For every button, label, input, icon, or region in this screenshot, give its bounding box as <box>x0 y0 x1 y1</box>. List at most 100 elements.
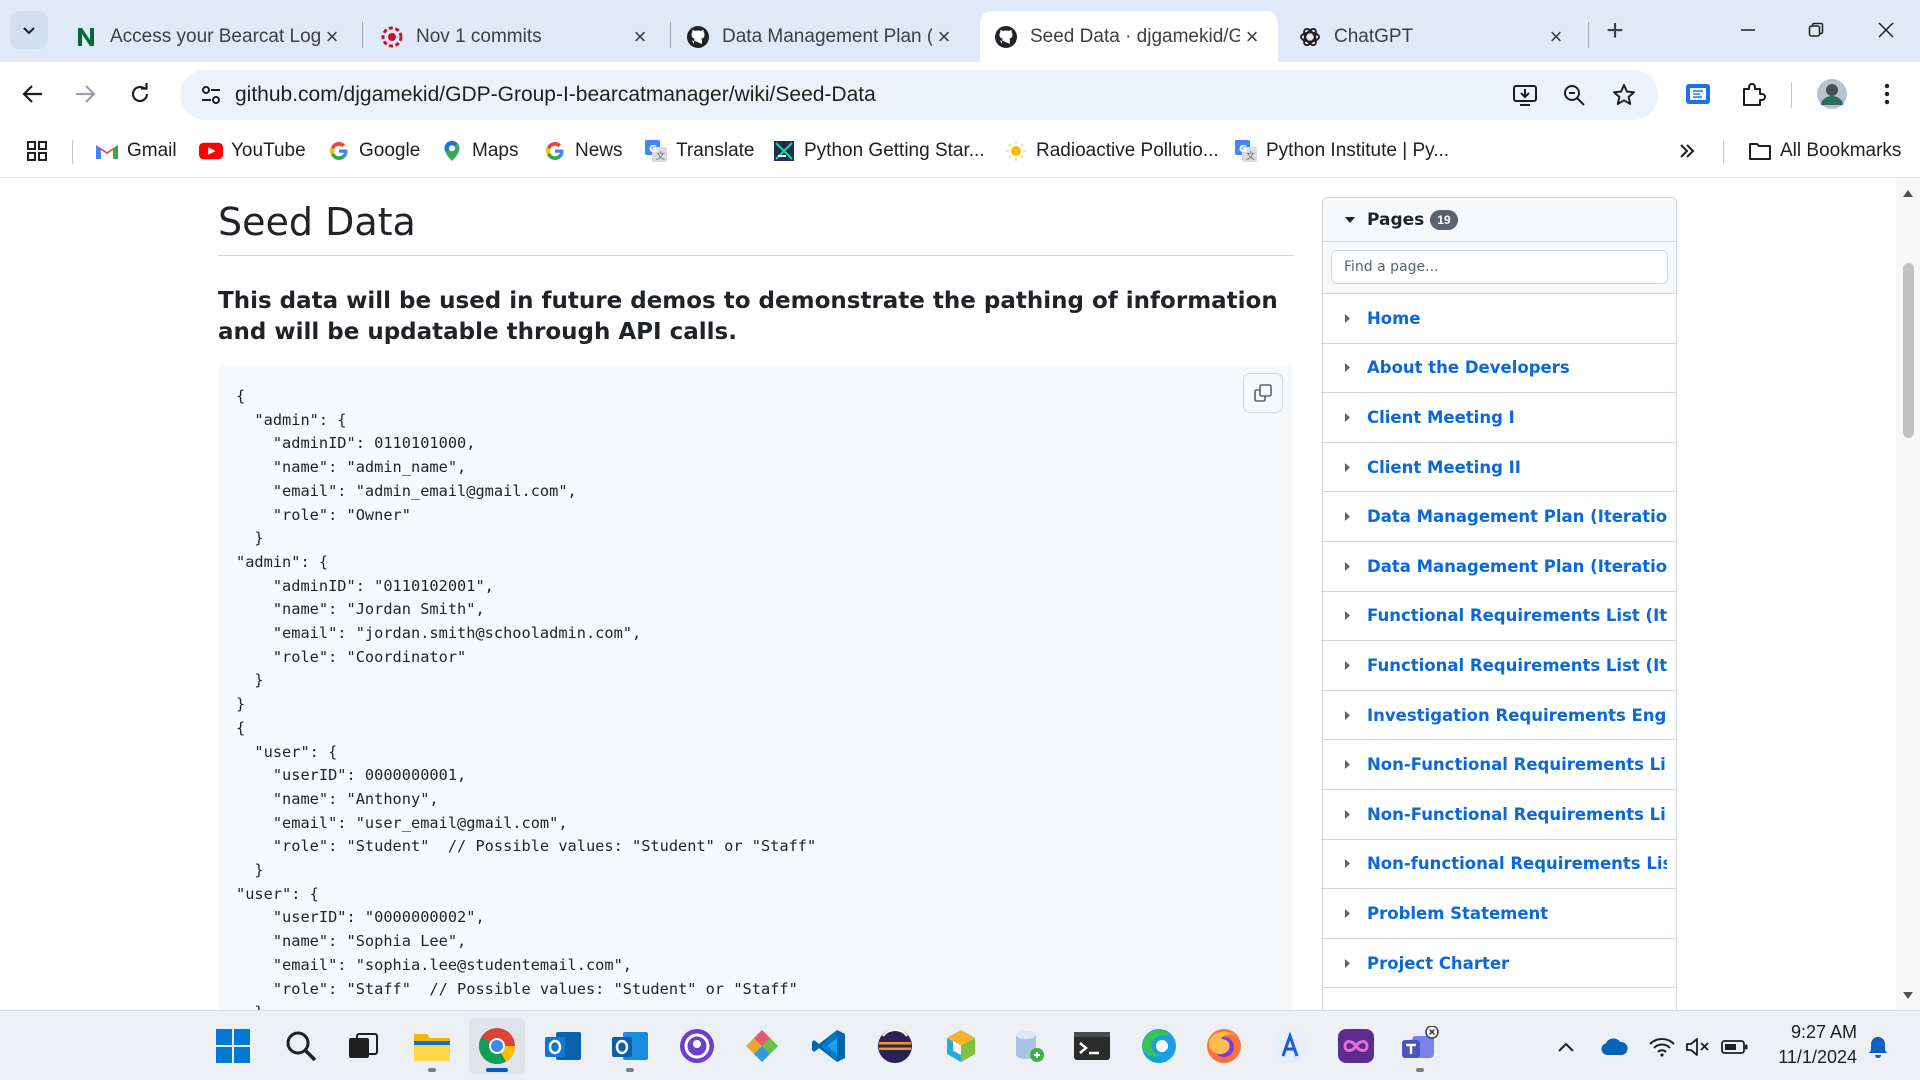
extensions-puzzle-icon[interactable] <box>1733 74 1773 114</box>
bookmark-python-getting-started[interactable]: Python Getting Star... <box>772 136 985 166</box>
triangle-right-icon[interactable] <box>1343 462 1351 472</box>
scroll-up-arrow-icon[interactable] <box>1902 188 1914 198</box>
wiki-page-link[interactable]: Client Meeting I <box>1367 408 1667 427</box>
back-button[interactable] <box>13 74 53 114</box>
outlook-app[interactable] <box>535 1018 591 1074</box>
terminal-app[interactable] <box>1064 1018 1120 1074</box>
tab-search-button[interactable] <box>10 11 48 49</box>
all-bookmarks-button[interactable]: All Bookmarks <box>1748 136 1901 166</box>
vscode-app[interactable] <box>801 1018 857 1074</box>
minimize-button[interactable] <box>1718 8 1778 52</box>
wiki-page-item[interactable]: Home <box>1323 294 1676 344</box>
wiki-page-item[interactable]: Client Meeting I <box>1323 393 1676 443</box>
wiki-page-link[interactable]: About the Developers <box>1367 358 1667 377</box>
show-hidden-icons-button[interactable] <box>1552 1033 1580 1061</box>
wiki-page-item[interactable]: Problem Statement <box>1323 889 1676 939</box>
wiki-page-item[interactable]: Data Management Plan (Iteration 2) <box>1323 542 1676 592</box>
extension-app-icon[interactable] <box>1678 74 1718 114</box>
github-desktop-app[interactable] <box>669 1018 725 1074</box>
more-bookmarks-button[interactable] <box>1678 136 1696 166</box>
notifications-button[interactable] <box>1864 1033 1892 1061</box>
bookmark-maps[interactable]: Maps <box>440 136 518 166</box>
wiki-page-item[interactable]: About the Developers <box>1323 344 1676 394</box>
close-tab-icon[interactable]: × <box>932 24 956 49</box>
chrome-app[interactable] <box>469 1018 525 1074</box>
bookmark-star-icon[interactable] <box>1609 80 1639 110</box>
profile-avatar[interactable] <box>1812 74 1852 114</box>
wiki-page-link[interactable]: Problem Statement <box>1367 904 1667 923</box>
wiki-page-link[interactable]: Functional Requirements List (Iteratio..… <box>1367 656 1667 675</box>
file-explorer-app[interactable] <box>404 1018 460 1074</box>
close-tab-icon[interactable]: × <box>320 24 344 49</box>
edge-app[interactable] <box>1131 1018 1187 1074</box>
pages-header[interactable]: Pages 19 <box>1323 198 1676 242</box>
address-bar[interactable]: github.com/djgamekid/GDP-Group-I-bearcat… <box>180 70 1658 120</box>
triangle-right-icon[interactable] <box>1343 710 1351 720</box>
wiki-page-link[interactable]: Data Management Plan (Iteration 1) <box>1367 507 1667 526</box>
close-tab-icon[interactable]: × <box>628 24 652 49</box>
start-button[interactable] <box>205 1018 261 1074</box>
wiki-page-link[interactable]: Investigation Requirements Engineeri... <box>1367 706 1667 725</box>
bookmark-gmail[interactable]: Gmail <box>95 136 177 166</box>
bookmark-translate[interactable]: G文 Translate <box>644 136 755 166</box>
copy-button[interactable] <box>1243 373 1283 413</box>
close-tab-icon[interactable]: × <box>1544 24 1568 49</box>
outlook-new-app[interactable] <box>602 1018 658 1074</box>
triangle-right-icon[interactable] <box>1343 363 1351 373</box>
wiki-page-link[interactable]: Client Meeting II <box>1367 458 1667 477</box>
zoom-icon[interactable] <box>1559 80 1589 110</box>
wiki-page-item[interactable]: Investigation Requirements Engineeri... <box>1323 691 1676 741</box>
wiki-page-item[interactable]: Non-Functional Requirements List (It... <box>1323 740 1676 790</box>
browser-menu-button[interactable] <box>1867 74 1907 114</box>
app-installer-app[interactable] <box>1262 1018 1318 1074</box>
wifi-tray[interactable] <box>1648 1033 1676 1061</box>
triangle-right-icon[interactable] <box>1343 958 1351 968</box>
forward-button[interactable] <box>65 74 105 114</box>
tab-data-management-plan[interactable]: Data Management Plan ( × <box>672 11 970 62</box>
triangle-right-icon[interactable] <box>1343 313 1351 323</box>
apps-button[interactable] <box>26 136 48 166</box>
triangle-right-icon[interactable] <box>1343 760 1351 770</box>
scrollbar-thumb[interactable] <box>1903 263 1914 438</box>
teams-app[interactable] <box>1392 1018 1448 1074</box>
wiki-page-item[interactable]: Functional Requirements List (Iteratio..… <box>1323 641 1676 691</box>
bookmark-radioactive-pollution[interactable]: Radioactive Pollutio... <box>1004 136 1219 166</box>
triangle-right-icon[interactable] <box>1343 809 1351 819</box>
find-page-input[interactable] <box>1331 250 1668 284</box>
bookmark-python-institute[interactable]: G文 Python Institute | Py... <box>1234 136 1449 166</box>
wiki-page-link[interactable]: Home <box>1367 309 1667 328</box>
wiki-page-item[interactable]: Non-functional Requirements List (Ite... <box>1323 840 1676 890</box>
wiki-page-link[interactable]: Data Management Plan (Iteration 2) <box>1367 557 1667 576</box>
site-info-icon[interactable] <box>196 80 226 110</box>
bookmark-news[interactable]: News <box>543 136 623 166</box>
triangle-right-icon[interactable] <box>1343 561 1351 571</box>
git-app[interactable] <box>734 1018 790 1074</box>
wiki-page-item[interactable]: Functional Requirements List (Iteratio..… <box>1323 592 1676 642</box>
new-tab-button[interactable]: + <box>1598 14 1632 48</box>
eclipse-app[interactable] <box>867 1018 923 1074</box>
battery-tray[interactable] <box>1721 1033 1749 1061</box>
triangle-right-icon[interactable] <box>1343 908 1351 918</box>
wiki-page-item[interactable]: Project Charter <box>1323 939 1676 989</box>
scroll-down-arrow-icon[interactable] <box>1902 990 1914 1000</box>
close-window-button[interactable] <box>1856 8 1916 52</box>
url-text[interactable]: github.com/djgamekid/GDP-Group-I-bearcat… <box>235 83 876 107</box>
taskbar-clock[interactable]: 9:27 AM 11/1/2024 <box>1765 1020 1857 1070</box>
bookmark-google[interactable]: Google <box>327 136 420 166</box>
restore-button[interactable] <box>1786 8 1846 52</box>
wiki-page-item[interactable]: Non-Functional Requirements List (It... <box>1323 790 1676 840</box>
wiki-page-link[interactable]: Functional Requirements List (Iteratio..… <box>1367 606 1667 625</box>
wiki-page-item[interactable]: Client Meeting II <box>1323 443 1676 493</box>
taskbar-search-button[interactable] <box>273 1018 329 1074</box>
triangle-right-icon[interactable] <box>1343 660 1351 670</box>
wiki-page-item[interactable]: Data Management Plan (Iteration 1) <box>1323 492 1676 542</box>
close-tab-icon[interactable]: × <box>1240 24 1264 49</box>
onedrive-tray[interactable] <box>1600 1033 1628 1061</box>
wiki-page-link[interactable]: Non-functional Requirements List (Ite... <box>1367 854 1667 873</box>
cube-app[interactable] <box>933 1018 989 1074</box>
bookmark-youtube[interactable]: YouTube <box>199 136 306 166</box>
wiki-page-link[interactable]: Project Charter <box>1367 954 1667 973</box>
tab-seed-data[interactable]: Seed Data · djgamekid/G × <box>980 11 1278 62</box>
install-app-icon[interactable] <box>1510 80 1540 110</box>
volume-tray[interactable] <box>1684 1033 1712 1061</box>
